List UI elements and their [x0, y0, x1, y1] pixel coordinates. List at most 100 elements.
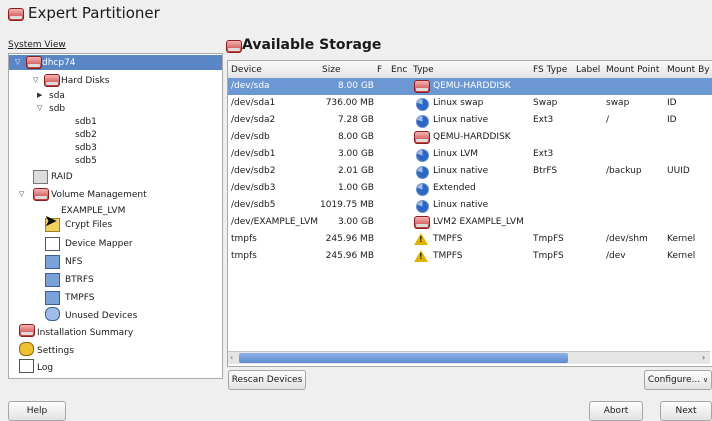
expand-arrow-icon[interactable]: ▽ — [33, 76, 38, 84]
table-row[interactable]: /dev/sdb5 1019.75 MB Linux native — [228, 197, 712, 214]
log-icon — [19, 359, 34, 373]
cell-type: QEMU-HARDDISK — [433, 81, 511, 91]
cell-type: Linux native — [433, 200, 489, 210]
raid-icon — [33, 170, 48, 184]
table-row[interactable]: /dev/sdb3 1.00 GB Extended — [228, 180, 712, 197]
cell-device: tmpfs — [231, 251, 257, 261]
column-header-f[interactable]: F — [377, 65, 382, 75]
tree-item-hard-disks[interactable]: Hard Disks — [61, 76, 109, 86]
cell-size: 1019.75 MB — [319, 200, 374, 210]
table-row[interactable]: /dev/sdb 8.00 GB QEMU-HARDDISK — [228, 129, 712, 146]
cell-mount-point: /backup — [606, 166, 642, 176]
tree-item-sdb2[interactable]: sdb2 — [75, 130, 97, 140]
scrollbar-right-arrow[interactable]: › — [702, 353, 705, 362]
tree-item-volume-management[interactable]: Volume Management — [51, 190, 147, 200]
cell-size: 3.00 GB — [337, 217, 374, 227]
cell-type: Linux LVM — [433, 149, 479, 159]
tree-item-btrfs[interactable]: BTRFS — [65, 275, 94, 285]
cell-type: QEMU-HARDDISK — [433, 132, 511, 142]
cell-size: 736.00 MB — [325, 98, 374, 108]
collapse-arrow-icon[interactable]: ▶ — [37, 91, 42, 99]
cell-size: 7.28 GB — [337, 115, 374, 125]
cell-size: 2.01 GB — [337, 166, 374, 176]
page-title: Available Storage — [242, 37, 382, 53]
cell-device: /dev/sdb2 — [231, 166, 276, 176]
tree-item-sda[interactable]: sda — [49, 91, 65, 101]
table-row[interactable]: /dev/sda1 736.00 MB Linux swap Swap swap ID — [228, 95, 712, 112]
table-row[interactable]: /dev/sdb1 3.00 GB Linux LVM Ext3 — [228, 146, 712, 163]
tree-item-sdb1[interactable]: sdb1 — [75, 117, 97, 127]
tree-item-example-lvm[interactable]: EXAMPLE_LVM — [61, 206, 125, 216]
cell-type: Linux native — [433, 115, 489, 125]
tree-item-crypt-files[interactable]: Crypt Files — [65, 220, 112, 230]
column-header-label[interactable]: Label — [576, 65, 600, 75]
cell-device: /dev/sdb5 — [231, 200, 276, 210]
table-row[interactable]: /dev/EXAMPLE_LVM 3.00 GB LVM2 EXAMPLE_LVM — [228, 214, 712, 231]
column-header-device[interactable]: Device — [231, 65, 262, 75]
harddisk-icon — [44, 74, 60, 87]
column-header-mount-point[interactable]: Mount Point — [606, 65, 659, 75]
btrfs-icon — [45, 273, 60, 287]
tree-item-unused-devices[interactable]: Unused Devices — [65, 311, 137, 321]
tree-item-device-mapper[interactable]: Device Mapper — [65, 239, 133, 249]
cell-fs-type: Ext3 — [533, 149, 554, 159]
table-row[interactable]: tmpfs 245.96 MB TMPFS TmpFS/dev Kernel — [228, 248, 712, 265]
system-view-label: System View — [8, 40, 66, 50]
tree-label-dhcp74: dhcp74 — [42, 58, 76, 68]
tree-item-sdb[interactable]: sdb — [49, 104, 65, 114]
rescan-devices-button[interactable]: Rescan Devices — [228, 370, 306, 390]
cell-type: Linux native — [433, 166, 489, 176]
configure-dropdown[interactable]: Configure... ∨ — [644, 370, 712, 390]
nfs-icon — [45, 255, 60, 269]
scrollbar-thumb[interactable] — [239, 353, 568, 363]
table-row[interactable]: tmpfs 245.96 MB TMPFS TmpFS/dev/shm Kernel — [228, 231, 712, 248]
installation-summary-icon — [19, 324, 35, 337]
scrollbar-left-arrow[interactable]: ‹ — [230, 353, 233, 362]
table-row[interactable]: /dev/sdb2 2.01 GB Linux native BtrFS/backup… — [228, 163, 712, 180]
expand-arrow-icon[interactable]: ▽ — [19, 190, 24, 198]
tree-item-sdb5[interactable]: sdb5 — [75, 156, 97, 166]
partition-icon — [416, 115, 429, 128]
tree-item-settings[interactable]: Settings — [37, 346, 74, 356]
tree-item-sdb3[interactable]: sdb3 — [75, 143, 97, 153]
column-header-size[interactable]: Size — [322, 65, 340, 75]
partition-icon — [416, 98, 429, 111]
cell-mount-by: ID — [667, 115, 677, 125]
cell-fs-type: TmpFS — [533, 234, 564, 244]
harddisk-icon — [414, 80, 430, 93]
cell-device: /dev/sdb3 — [231, 183, 276, 193]
tree-item-raid[interactable]: RAID — [51, 172, 73, 182]
column-header-fs-type[interactable]: FS Type — [533, 65, 567, 75]
tree-item-tmpfs[interactable]: TMPFS — [65, 293, 94, 303]
partition-icon — [416, 166, 429, 179]
next-button[interactable]: Next — [660, 401, 712, 421]
chevron-down-icon: ∨ — [702, 376, 709, 384]
expand-arrow-icon[interactable]: ▽ — [37, 104, 42, 112]
expand-arrow-icon[interactable]: ▽ — [15, 58, 20, 66]
column-header-mount-by[interactable]: Mount By — [667, 65, 710, 75]
table-row[interactable]: /dev/sda 8.00 GB QEMU-HARDDISK — [228, 78, 712, 95]
help-button[interactable]: Help — [8, 401, 66, 421]
cell-fs-type: BtrFS — [533, 166, 558, 176]
tmpfs-icon — [45, 291, 60, 305]
harddisk-icon — [414, 131, 430, 144]
cell-type: LVM2 EXAMPLE_LVM — [433, 217, 524, 227]
cell-device: /dev/EXAMPLE_LVM — [231, 217, 318, 227]
tree-item-installation-summary[interactable]: Installation Summary — [37, 328, 133, 338]
table-row[interactable]: /dev/sda2 7.28 GB Linux native Ext3 / ID — [228, 112, 712, 129]
cell-mount-by: Kernel — [667, 251, 696, 261]
tree-item-nfs[interactable]: NFS — [65, 257, 82, 267]
system-view-tree[interactable]: ▽ dhcp74 ▽ Hard Disks ▶ sda ▽ sdb sdb1 s… — [8, 53, 223, 379]
warning-icon — [414, 233, 428, 245]
cell-device: /dev/sdb1 — [231, 149, 276, 159]
tree-item-log[interactable]: Log — [37, 363, 53, 373]
cell-device: /dev/sdb — [231, 132, 270, 142]
cell-mount-point: /dev/shm — [606, 234, 648, 244]
column-header-type[interactable]: Type — [413, 65, 434, 75]
column-header-enc[interactable]: Enc — [391, 65, 407, 75]
abort-button[interactable]: Abort — [589, 401, 643, 421]
mouse-cursor-icon: ➤ — [44, 211, 58, 230]
horizontal-scrollbar[interactable]: ‹ › — [228, 351, 710, 364]
settings-icon — [19, 342, 34, 356]
warning-icon — [414, 250, 428, 262]
